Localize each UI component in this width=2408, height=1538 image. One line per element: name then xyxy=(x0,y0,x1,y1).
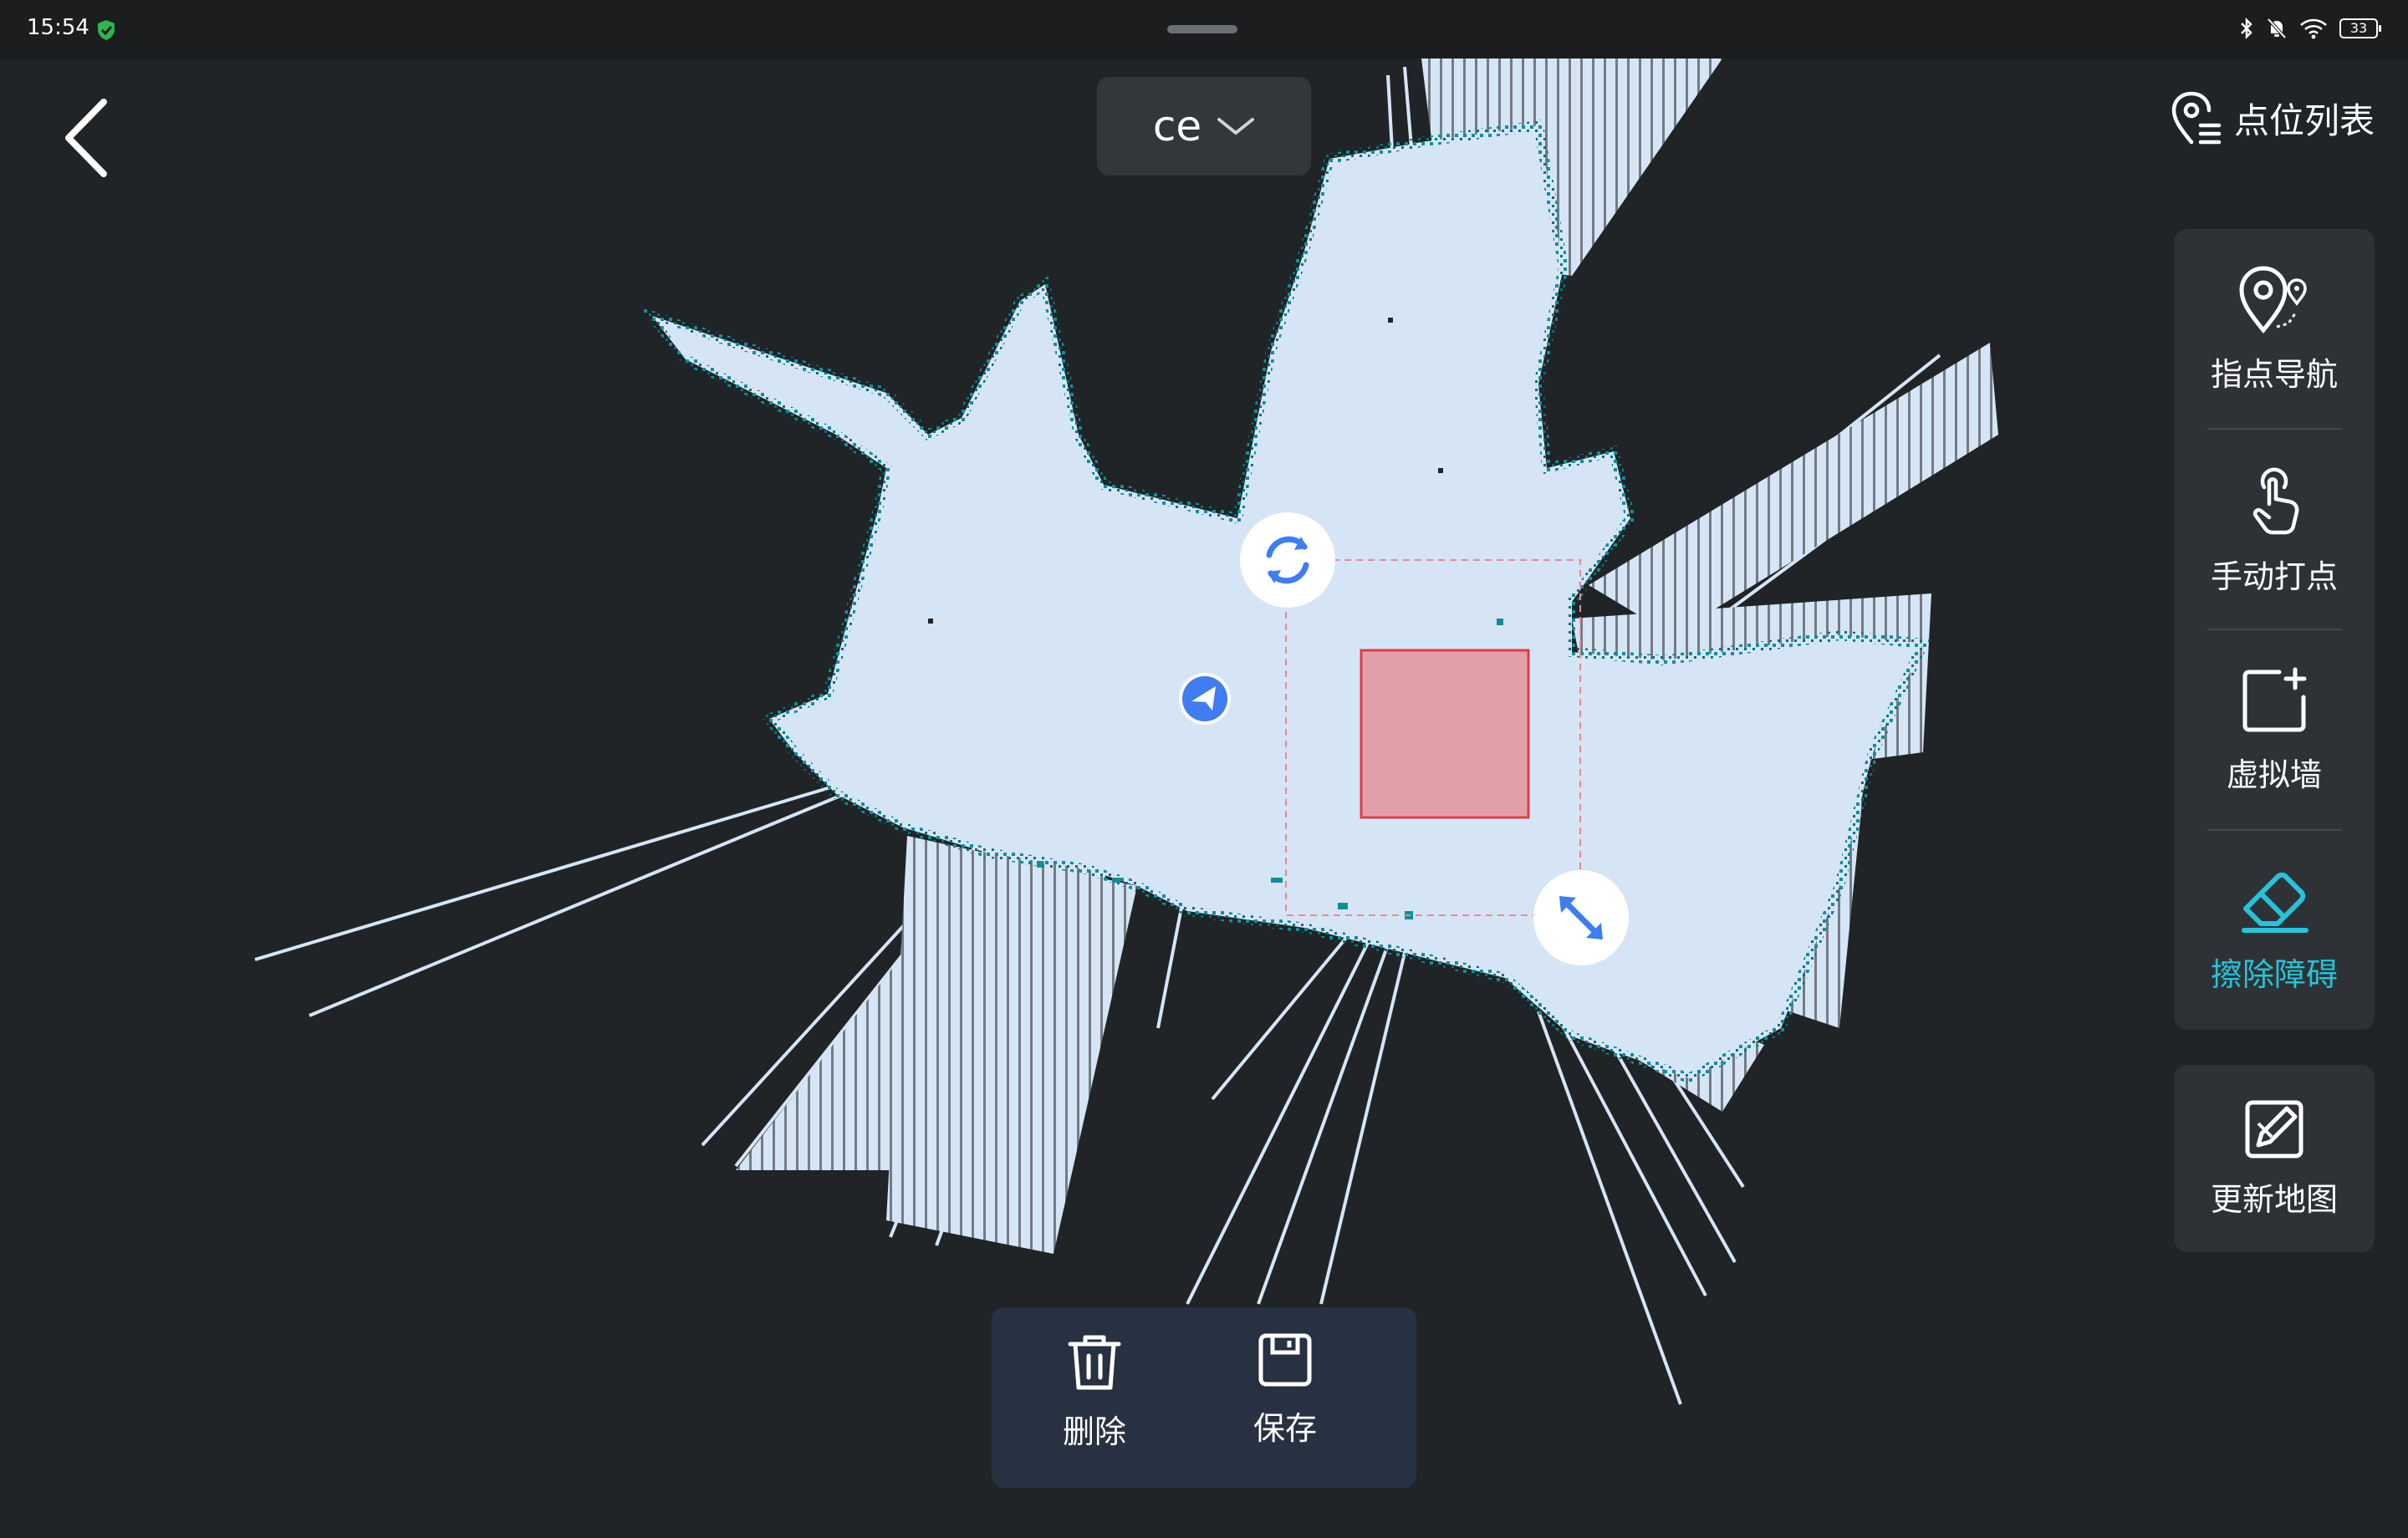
bluetooth-icon xyxy=(2241,17,2252,40)
tool-label: 擦除障碍 xyxy=(2210,955,2338,993)
point-list-label: 点位列表 xyxy=(2233,99,2375,141)
battery-icon: 33 xyxy=(2339,18,2381,38)
tool-label: 手动打点 xyxy=(2210,558,2338,595)
wifi-icon xyxy=(2300,18,2327,39)
virtual-wall-add-icon xyxy=(2242,667,2307,731)
tool-label: 指点导航 xyxy=(2210,355,2338,393)
back-button[interactable] xyxy=(52,92,119,184)
delete-button[interactable]: 删除 xyxy=(1023,1332,1166,1474)
tool-virtual-wall[interactable]: 虚拟墙 xyxy=(2174,630,2375,831)
status-time: 15:54 xyxy=(27,15,89,40)
delete-label: 删除 xyxy=(1062,1413,1126,1450)
erase-action-bar: 删除 保存 xyxy=(992,1307,1416,1488)
pin-navigation-icon xyxy=(2239,265,2307,334)
tool-erase-obstacle[interactable]: 擦除障碍 xyxy=(2174,831,2375,1031)
tool-manual-point[interactable]: 手动打点 xyxy=(2174,430,2375,630)
rotate-handle-icon[interactable] xyxy=(1239,512,1336,609)
save-button[interactable]: 保存 xyxy=(1214,1332,1356,1474)
save-label: 保存 xyxy=(1252,1410,1317,1447)
status-bar: 15:54 33 xyxy=(0,0,2408,59)
chevron-down-icon xyxy=(1217,118,1255,135)
point-list-button[interactable]: 点位列表 xyxy=(2171,90,2375,145)
update-map-button[interactable]: 更新地图 xyxy=(2174,1065,2375,1252)
edit-map-icon xyxy=(2245,1100,2303,1158)
drag-handle[interactable] xyxy=(1167,25,1237,33)
robot-position-icon[interactable] xyxy=(1177,671,1232,726)
tool-panel: 指点导航 手动打点 虚拟墙 擦除障碍 xyxy=(2174,229,2375,1030)
erase-zone[interactable] xyxy=(1360,649,1530,819)
bell-off-icon xyxy=(2267,18,2287,39)
resize-handle-icon[interactable] xyxy=(1533,869,1630,966)
chevron-left-icon xyxy=(65,99,107,177)
trash-icon xyxy=(1068,1335,1121,1390)
map-selector[interactable]: ce xyxy=(1097,77,1311,176)
map-pin-list-icon xyxy=(2171,91,2222,145)
eraser-icon xyxy=(2242,872,2309,933)
tool-pin-navigation[interactable]: 指点导航 xyxy=(2174,229,2375,430)
tool-label: 虚拟墙 xyxy=(2226,756,2322,793)
status-icons: 33 xyxy=(2239,17,2381,40)
hand-tap-icon xyxy=(2252,467,2299,534)
save-icon xyxy=(1258,1333,1312,1387)
map-selector-value: ce xyxy=(1152,102,1202,150)
update-map-label: 更新地图 xyxy=(2210,1180,2338,1218)
shield-check-icon xyxy=(98,20,115,40)
